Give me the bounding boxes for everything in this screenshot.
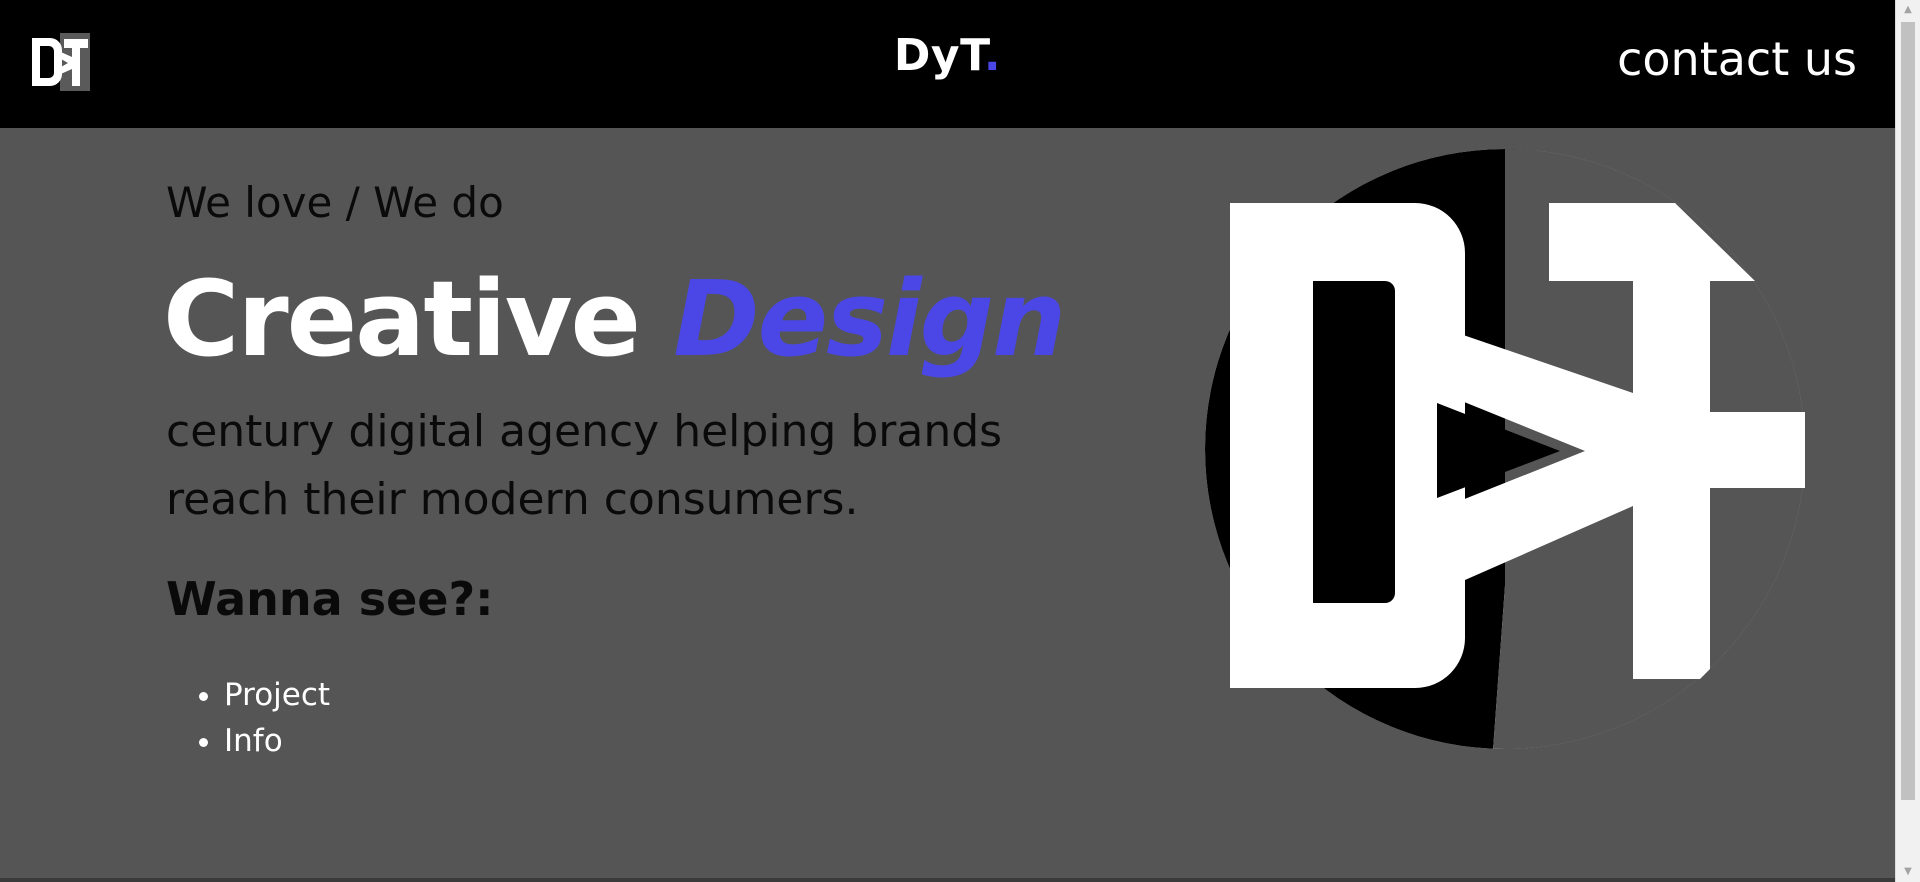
tagline: We love / We do (166, 178, 504, 227)
brand-dot: . (983, 30, 1002, 81)
contact-link[interactable]: contact us (1617, 32, 1857, 86)
page-bottom-border (0, 878, 1895, 882)
scroll-up-icon[interactable]: ▲ (1896, 0, 1920, 20)
project-link[interactable]: Project (224, 677, 330, 713)
headline-plain: Creative (163, 258, 641, 380)
list-item: Project (224, 672, 330, 718)
headline: Creative Design (163, 258, 1066, 380)
info-link[interactable]: Info (224, 723, 283, 759)
vertical-scrollbar[interactable]: ▲ ▼ (1895, 0, 1920, 882)
hero-description: century digital agency helping brands re… (166, 406, 1003, 525)
brand-title[interactable]: DyT. (0, 30, 1895, 81)
headline-accent: Design (673, 258, 1066, 380)
list-item: Info (224, 718, 330, 764)
cta-links: Project Info (166, 672, 330, 764)
site-header: DyT. contact us (0, 0, 1895, 128)
page: DyT. contact us We love / We do Creative… (0, 0, 1895, 882)
scrollbar-thumb[interactable] (1901, 22, 1915, 800)
scroll-down-icon[interactable]: ▼ (1896, 862, 1920, 882)
cta-heading: Wanna see?: (166, 572, 494, 626)
brand-text: DyT (893, 30, 984, 81)
dyt-circle-logo-icon (1205, 149, 1805, 749)
